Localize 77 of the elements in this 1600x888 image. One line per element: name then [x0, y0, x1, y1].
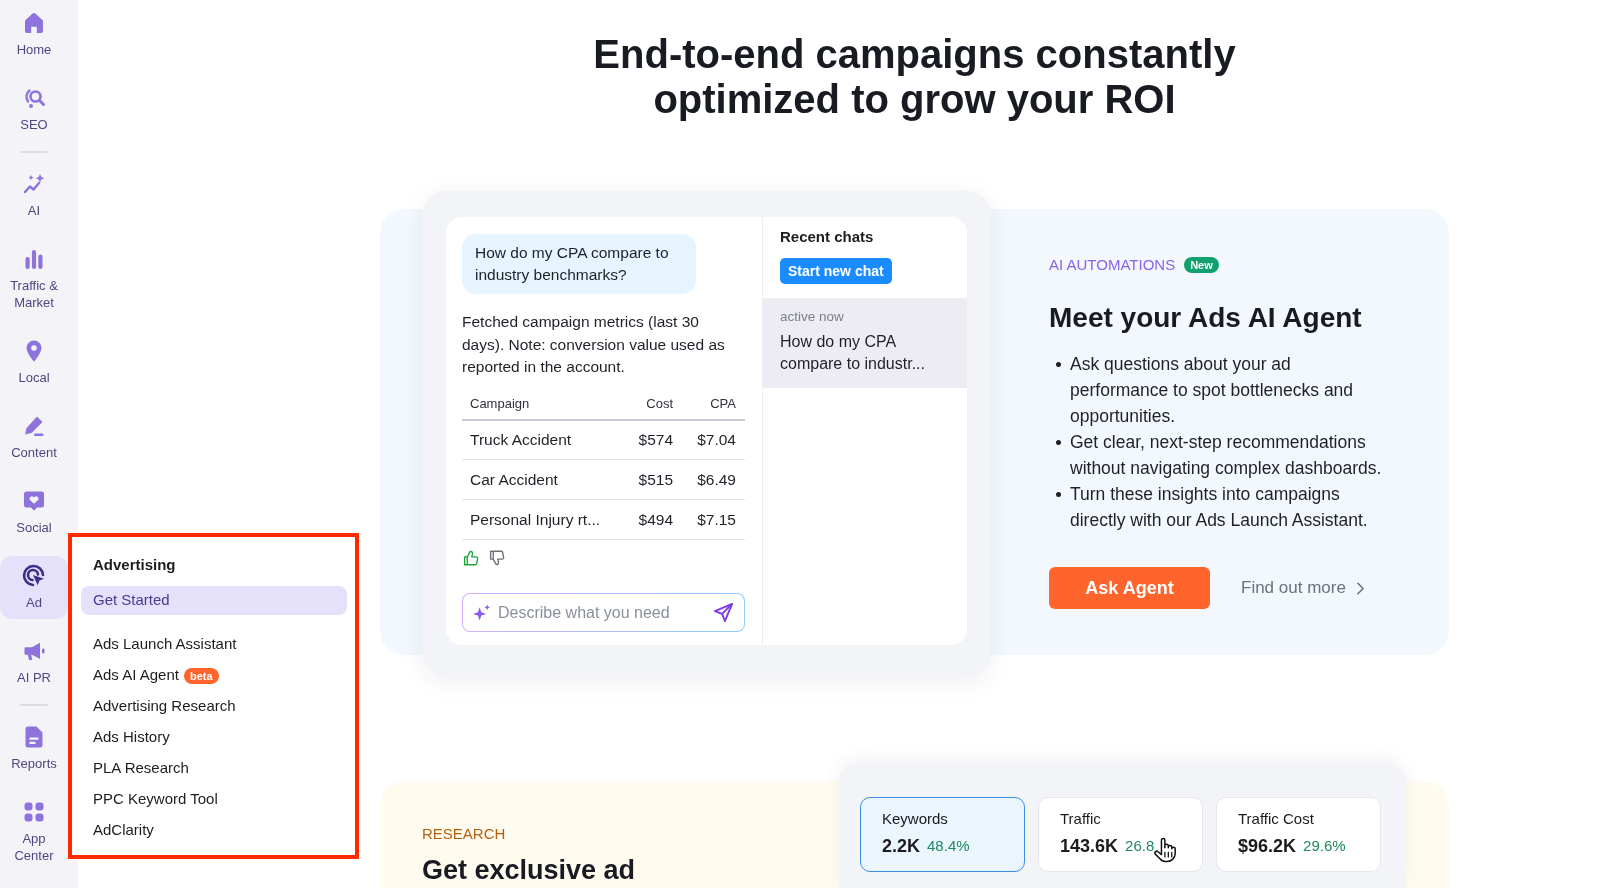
column-header: Cost — [616, 389, 674, 420]
menu-item[interactable]: PLA Research — [81, 753, 347, 784]
table-cell: Personal Injury rt... — [462, 499, 616, 540]
table-cell: Car Accident — [462, 459, 616, 500]
metric-tile[interactable]: Keywords 2.2K 48.4% — [860, 797, 1025, 872]
thumbs-down-icon[interactable] — [488, 549, 506, 567]
metric-label: Keywords — [882, 809, 949, 829]
menu-item[interactable]: Get Started — [81, 586, 347, 615]
menu-item[interactable]: PPC Keyword Tool — [81, 784, 347, 815]
bullet-icon — [1056, 362, 1061, 367]
user-message: How do my CPA compare to industry benchmarks? — [462, 234, 696, 294]
grid-icon — [22, 800, 46, 824]
beta-badge: beta — [183, 667, 219, 684]
feature-heading: Meet your Ads AI Agent — [1049, 301, 1363, 335]
sidebar-item[interactable]: Traffic & Market — [0, 239, 68, 319]
heart-bubble-icon — [22, 489, 46, 513]
section-heading: Get exclusive ad — [422, 854, 637, 886]
column-header: CPA — [674, 389, 745, 420]
sidebar-item[interactable]: AI PR — [0, 631, 68, 694]
column-header: Campaign — [462, 389, 616, 420]
table-cell: $7.15 — [674, 499, 745, 540]
chat-title: How do my CPA compare to industr... — [780, 332, 926, 374]
sidebar-item[interactable]: Content — [0, 406, 68, 469]
menu-item[interactable]: Ads Launch Assistant — [81, 629, 347, 660]
metric-label: Traffic — [1060, 809, 1102, 829]
metric-value: 2.2K — [882, 834, 921, 858]
sidebar-item[interactable]: App Center — [0, 792, 68, 872]
sparkle-icon — [473, 604, 490, 621]
home-icon — [22, 11, 46, 35]
sidebar-item[interactable]: Social — [0, 481, 68, 544]
sparkles-chart-icon — [22, 172, 46, 196]
bullet-text: Ask questions about your ad performance to spot bottlenecks and opportunities. — [1070, 353, 1355, 428]
thumbs-up-icon[interactable] — [462, 549, 480, 567]
new-badge: New — [1184, 257, 1219, 273]
recent-chats-heading: Recent chats — [780, 227, 875, 247]
chat-time: active now — [780, 308, 845, 326]
metric-tile[interactable]: Traffic 143.6K 26.8 — [1038, 797, 1203, 872]
bullet-text: Get clear, next-step recommendations without navigating complex dashboards. — [1070, 431, 1383, 480]
table-cell: $7.04 — [674, 419, 745, 460]
magnifier-icon — [22, 86, 46, 110]
bullet-icon — [1056, 440, 1061, 445]
sidebar-item[interactable]: Reports — [0, 717, 68, 780]
menu-heading: Advertising — [92, 555, 177, 575]
hand-cursor-icon — [1154, 836, 1177, 864]
assistant-message: Fetched campaign metrics (last 30 days). Note: conversion value used as reported in the account. — [462, 312, 726, 377]
sidebar-item[interactable]: SEO — [0, 78, 68, 141]
prompt-input[interactable]: Describe what you need — [462, 593, 745, 632]
table-cell: $515 — [616, 459, 674, 500]
metric-change: 29.6% — [1303, 835, 1346, 856]
section-eyebrow: RESEARCH — [422, 824, 507, 844]
metric-value: $96.2K — [1238, 834, 1297, 858]
chat-history-item[interactable]: active now How do my CPA compare to industr... — [763, 298, 967, 388]
section-eyebrow: AI AUTOMATIONS — [1049, 255, 1176, 275]
table-cell: $6.49 — [674, 459, 745, 500]
sidebar-item[interactable]: Local — [0, 331, 68, 394]
menu-item[interactable]: Ads History — [81, 722, 347, 753]
sidebar-item[interactable]: Ad — [0, 556, 68, 619]
metric-change: 48.4% — [927, 835, 970, 856]
metric-tile[interactable]: Traffic Cost $96.2K 29.6% — [1216, 797, 1381, 872]
sidebar-item[interactable]: Home — [0, 3, 68, 66]
page-heading: End-to-end campaigns constantly optimized to grow your ROI — [592, 32, 1237, 122]
metric-value: 143.6K — [1060, 834, 1119, 858]
table-cell: $494 — [616, 499, 674, 540]
menu-item[interactable]: AdClarity — [81, 815, 347, 846]
sidebar-item[interactable]: AI — [0, 164, 68, 227]
send-icon[interactable] — [714, 603, 733, 622]
metric-change: 26.8 — [1125, 835, 1155, 856]
bullet-icon — [1056, 492, 1061, 497]
target-cursor-icon — [22, 564, 46, 588]
menu-item[interactable]: Advertising Research — [81, 691, 347, 722]
menu-item[interactable]: Ads AI Agent beta — [81, 660, 347, 691]
bullet-text: Turn these insights into campaigns directly with our Ads Launch Assistant. — [1070, 483, 1369, 532]
metric-label: Traffic Cost — [1238, 809, 1315, 829]
table-cell: Truck Accident — [462, 419, 616, 460]
pencil-icon — [22, 414, 46, 438]
find-out-more-link[interactable]: Find out more — [1241, 575, 1367, 601]
table-cell: $574 — [616, 419, 674, 460]
